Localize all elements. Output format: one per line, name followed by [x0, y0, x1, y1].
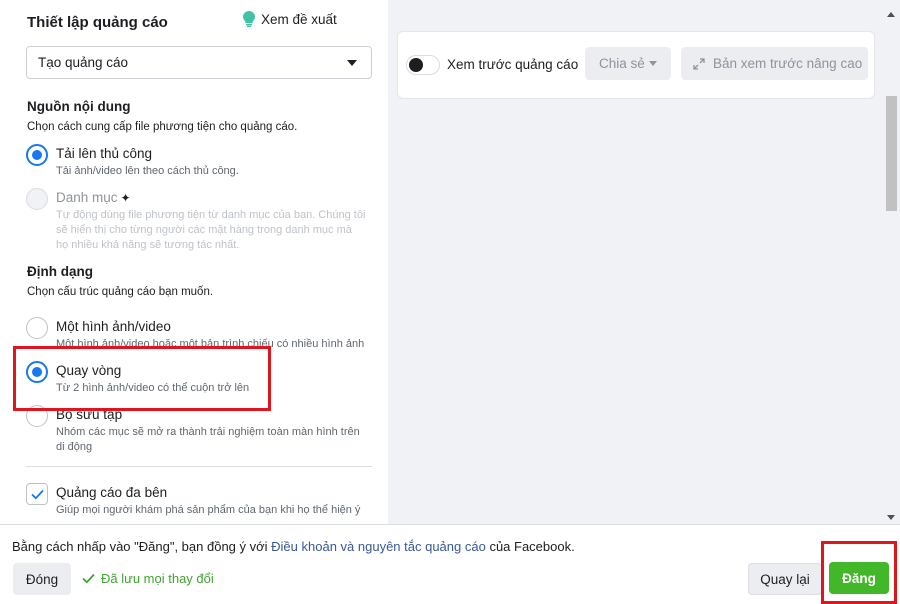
footer-bar: Bằng cách nhấp vào "Đăng", bạn đồng ý vớ… [0, 524, 900, 604]
radio-single-image[interactable] [26, 317, 48, 339]
check-icon [82, 573, 95, 584]
caret-down-icon [649, 61, 657, 66]
expand-icon [693, 57, 705, 70]
carousel-highlight-box [13, 346, 271, 411]
preview-toggle-label: Xem trước quảng cáo [447, 57, 579, 72]
radio-manual-upload[interactable] [26, 144, 48, 166]
publish-button[interactable]: Đăng [829, 562, 889, 594]
option-label-text: Danh mục [56, 190, 118, 205]
terms-link[interactable]: Điều khoản và nguyên tắc quảng cáo [271, 539, 486, 554]
radio-carousel[interactable] [26, 361, 48, 383]
option-desc: Tải ảnh/video lên theo cách thủ công. [56, 165, 239, 177]
consent-prefix: Bằng cách nhấp vào "Đăng", bạn đồng ý vớ… [12, 539, 272, 554]
vertical-scrollbar[interactable] [883, 8, 900, 524]
format-title: Định dạng [27, 264, 93, 279]
caret-down-icon [347, 60, 357, 66]
option-label: Một hình ảnh/video [56, 319, 171, 334]
option-label: Danh mục ✦ [56, 190, 131, 205]
share-label: Chia sẻ [599, 56, 645, 71]
option-desc: Nhóm các mục sẽ mở ra thành trải nghiệm … [56, 426, 360, 453]
option-desc: Tự động dùng file phương tiện từ danh mụ… [56, 209, 366, 251]
ad-type-dropdown[interactable]: Tạo quảng cáo [26, 46, 372, 79]
radio-catalog [26, 188, 48, 210]
view-suggestions-button[interactable]: Xem đề xuất [243, 11, 337, 27]
option-desc: Giúp mọi người khám phá sản phẩm của bạn… [56, 504, 361, 516]
option-desc: Một hình ảnh/video hoặc một bản trình ch… [56, 338, 365, 350]
scroll-down-icon[interactable] [887, 515, 895, 520]
scroll-thumb[interactable] [886, 96, 897, 211]
scroll-up-icon[interactable] [887, 12, 895, 17]
back-button[interactable]: Quay lại [748, 563, 822, 595]
consent-suffix: của Facebook. [485, 539, 575, 554]
content-source-desc: Chọn cách cung cấp file phương tiện cho … [27, 121, 298, 133]
consent-text: Bằng cách nhấp vào "Đăng", bạn đồng ý vớ… [12, 539, 575, 554]
advanced-preview-button[interactable]: Bản xem trước nâng cao [681, 47, 868, 80]
preview-toolbar: Xem trước quảng cáo Chia sẻ Bản xem trướ… [397, 31, 875, 99]
format-desc: Chọn cấu trúc quảng cáo bạn muốn. [27, 286, 214, 298]
share-button[interactable]: Chia sẻ [585, 47, 671, 80]
ad-type-value: Tạo quảng cáo [38, 55, 129, 70]
content-source-title: Nguồn nội dung [27, 99, 131, 114]
check-icon [31, 489, 44, 500]
sparkle-icon: ✦ [120, 191, 131, 205]
section-divider [26, 466, 372, 467]
ad-setup-panel: Thiết lập quảng cáo Xem đề xuất Tạo quản… [0, 0, 388, 524]
option-desc: Từ 2 hình ảnh/video có thể cuộn trở lên [56, 382, 250, 394]
radio-collection[interactable] [26, 405, 48, 427]
saved-status: Đã lưu mọi thay đổi [82, 571, 214, 586]
advanced-preview-label: Bản xem trước nâng cao [713, 56, 863, 71]
preview-toggle[interactable] [406, 55, 440, 75]
option-label: Quảng cáo đa bên [56, 485, 168, 500]
panel-title: Thiết lập quảng cáo [27, 14, 168, 31]
option-label: Tải lên thủ công [56, 146, 153, 161]
close-button[interactable]: Đóng [13, 563, 71, 595]
lightbulb-icon [243, 11, 255, 27]
option-label: Quay vòng [56, 363, 122, 378]
saved-label: Đã lưu mọi thay đổi [101, 571, 214, 586]
option-label: Bộ sưu tập [56, 407, 123, 422]
view-suggestions-label: Xem đề xuất [261, 11, 337, 27]
checkbox-multi-advertiser[interactable] [26, 483, 48, 505]
